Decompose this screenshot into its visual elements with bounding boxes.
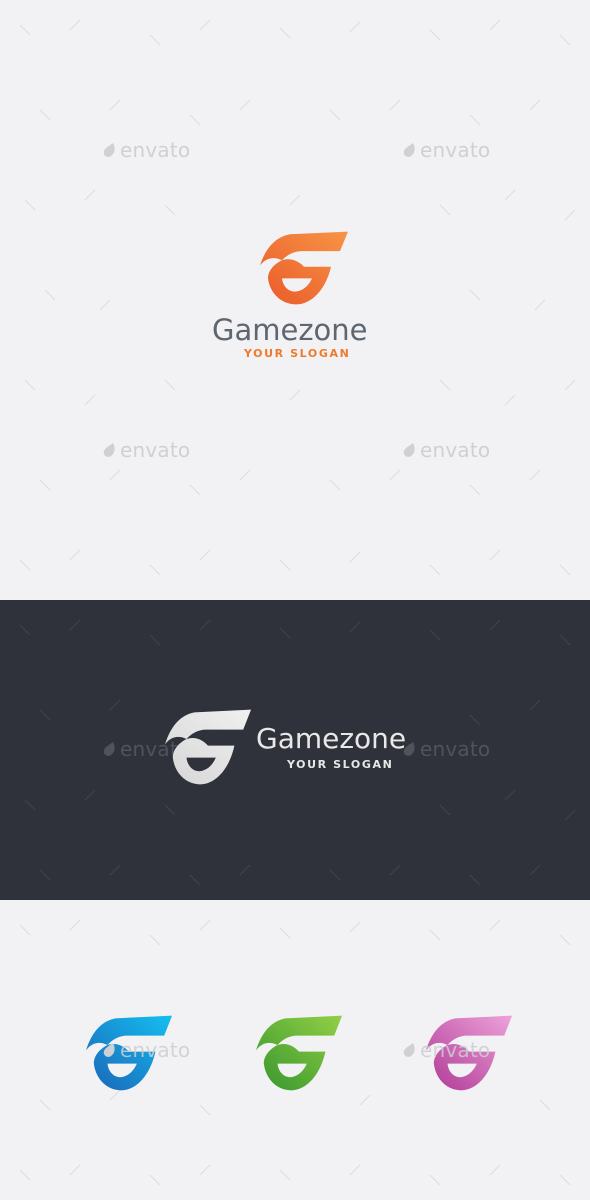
color-variants-panel: envato envato [0,900,590,1200]
envato-watermark-text: envato [120,138,191,162]
envato-watermark: envato [403,1040,490,1060]
brand-name: Gamezone [256,722,407,755]
envato-watermark-text: envato [120,1038,191,1062]
envato-watermark: envato [103,140,190,160]
envato-leaf-icon [403,443,415,457]
envato-watermark-text: envato [120,438,191,462]
slogan: YOUR SLOGAN [287,758,394,771]
slogan: YOUR SLOGAN [244,347,351,360]
envato-leaf-icon [403,1043,415,1057]
light-logo-panel: envato envato envato envato Gamezone YOU… [0,0,590,600]
envato-leaf-icon [403,143,415,157]
envato-watermark-text: envato [420,438,491,462]
envato-leaf-icon [103,1043,115,1057]
envato-leaf-icon [103,742,115,756]
brand-name: Gamezone [212,313,368,347]
g-logo-mark-green [256,1015,343,1091]
envato-watermark: envato [403,739,490,759]
dark-logo-panel: envato envato Gamezone YOUR SLOGAN [0,600,590,900]
g-logo-mark-orange [260,231,348,305]
envato-watermark-text: envato [420,737,491,761]
envato-watermark-text: envato [420,138,491,162]
envato-watermark: envato [403,440,490,460]
g-logo-mark-white [165,709,252,785]
envato-watermark: envato [103,1040,190,1060]
envato-watermark-text: envato [420,1038,491,1062]
envato-leaf-icon [103,443,115,457]
envato-leaf-icon [103,143,115,157]
envato-watermark: envato [103,440,190,460]
envato-watermark: envato [403,140,490,160]
